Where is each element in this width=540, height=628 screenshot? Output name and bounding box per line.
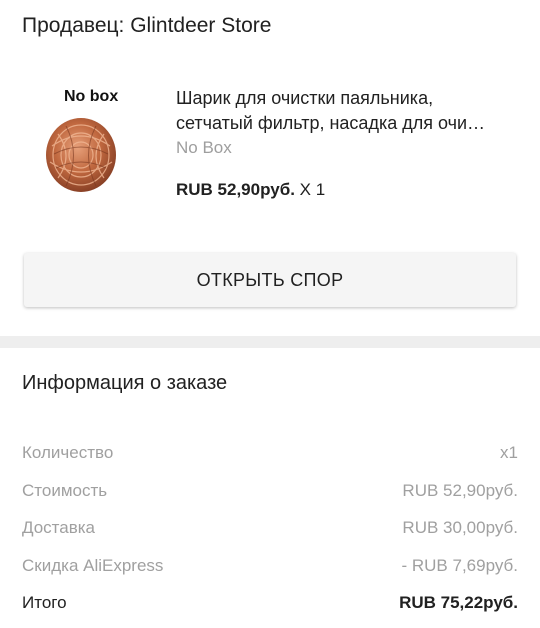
- order-row-value: - RUB 7,69руб.: [401, 556, 518, 575]
- order-row-value: RUB 75,22руб.: [399, 593, 518, 612]
- order-row-cost: Стоимость RUB 52,90руб.: [22, 481, 518, 501]
- product-title-line-2: сетчатый фильтр, насадка для очи…: [176, 113, 486, 133]
- copper-scrubber-image: [46, 118, 116, 192]
- order-row-value: RUB 30,00руб.: [402, 518, 518, 537]
- product-image-caption: No box: [64, 88, 119, 105]
- order-row-value: x1: [500, 443, 518, 462]
- product-title[interactable]: Шарик для очистки паяльника, сетчатый фи…: [176, 86, 522, 136]
- product-price-line: RUB 52,90руб. X 1: [176, 180, 325, 200]
- order-row-shipping: Доставка RUB 30,00руб.: [22, 518, 518, 538]
- section-divider: [0, 336, 540, 348]
- order-info-title: Информация о заказе: [22, 372, 228, 394]
- product-variant: No Box: [176, 138, 232, 157]
- product-image[interactable]: No box: [24, 78, 160, 218]
- product-quantity: X 1: [299, 180, 326, 199]
- order-row-label: Доставка: [22, 518, 96, 537]
- order-row-label: Количество: [22, 443, 114, 462]
- order-row-quantity: Количество x1: [22, 443, 518, 463]
- product-price: RUB 52,90руб.: [176, 180, 295, 199]
- order-row-label: Итого: [22, 593, 67, 612]
- order-row-value: RUB 52,90руб.: [402, 481, 518, 500]
- open-dispute-button[interactable]: ОТКРЫТЬ СПОР: [24, 253, 516, 307]
- order-row-label: Скидка AliExpress: [22, 556, 164, 575]
- order-row-discount: Скидка AliExpress - RUB 7,69руб.: [22, 556, 518, 576]
- seller-name[interactable]: Продавец: Glintdeer Store: [22, 14, 271, 38]
- order-row-label: Стоимость: [22, 481, 108, 500]
- order-row-total: Итого RUB 75,22руб.: [22, 593, 518, 613]
- product-title-line-1: Шарик для очистки паяльника,: [176, 88, 434, 108]
